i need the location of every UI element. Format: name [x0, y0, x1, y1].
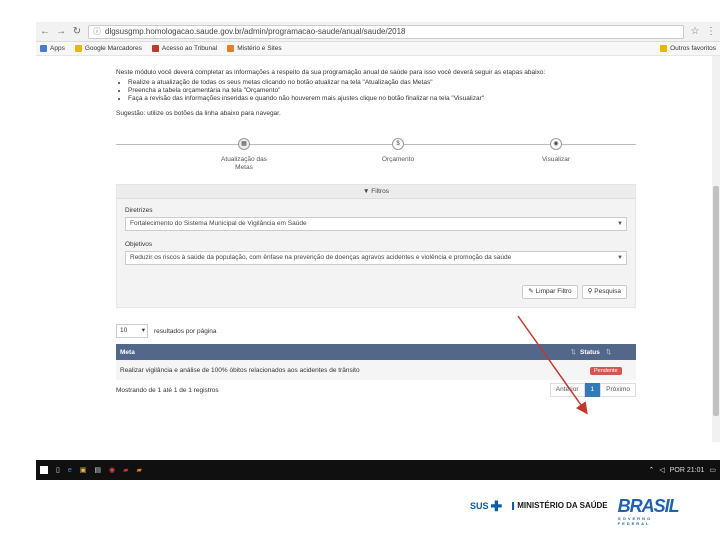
- clear-filter-button[interactable]: ✎ Limpar Filtro: [522, 285, 578, 299]
- bookmark-icon: [74, 45, 82, 52]
- tray-clock[interactable]: POR 21:01: [670, 467, 705, 474]
- page-1-button[interactable]: 1: [584, 383, 601, 397]
- metas-table: Meta ⇅ Status ⇅ Realizar vigilância e aná…: [116, 344, 636, 398]
- notification-icon[interactable]: ▭: [709, 466, 716, 474]
- chrome-icon[interactable]: ◉: [109, 466, 115, 474]
- cell-meta: Realizar vigilância e análise de 100% ób…: [120, 366, 360, 374]
- steps-list: Realize a atualização de todas os seus m…: [116, 79, 636, 103]
- main-content: Neste módulo você deverá completar as in…: [116, 68, 636, 398]
- calendar-icon: ▦: [238, 138, 250, 150]
- records-info: Mostrando de 1 até 1 de 1 registros: [116, 386, 219, 394]
- reload-icon[interactable]: ↻: [72, 26, 82, 37]
- table-header: Meta ⇅ Status ⇅: [116, 344, 636, 360]
- diretrizes-label: Diretrizes: [125, 207, 153, 214]
- cell-status: Pendente: [576, 366, 636, 375]
- volume-icon[interactable]: ◁: [659, 466, 664, 474]
- back-icon[interactable]: ←: [40, 26, 50, 37]
- edge-icon[interactable]: e: [68, 467, 72, 474]
- browser-toolbar: ← → ↻ ⓘ dlgsusgmp.homologacao.saude.gov.…: [36, 22, 720, 42]
- intro-section: Neste módulo você deverá completar as in…: [116, 68, 636, 118]
- prev-page-button[interactable]: Anterior: [549, 383, 585, 397]
- table-row[interactable]: Realizar vigilância e análise de 100% ób…: [116, 360, 636, 380]
- info-icon: ⓘ: [93, 27, 101, 36]
- app-icon[interactable]: ▰: [137, 466, 142, 474]
- step-label: Visualizar: [541, 156, 571, 163]
- menu-icon[interactable]: ⋮: [706, 26, 716, 37]
- step-label: Atualização das Metas: [221, 156, 267, 171]
- step-visualizar[interactable]: ◉ Visualizar: [526, 138, 586, 164]
- per-page-control: 10 ▾ resultados por página: [116, 324, 636, 338]
- bookmark-icon: [151, 45, 159, 52]
- objetivos-value: Reduzir os riscos à saúde da população, …: [130, 254, 512, 261]
- eraser-icon: ✎: [528, 288, 536, 295]
- search-button[interactable]: ⚲ Pesquisa: [581, 285, 627, 299]
- store-icon[interactable]: ▤: [94, 466, 101, 474]
- slide: ← → ↻ ⓘ dlgsusgmp.homologacao.saude.gov.…: [0, 0, 720, 540]
- system-tray: ⌃ ◁ POR 21:01 ▭: [648, 466, 716, 475]
- pagination-row: Mostrando de 1 até 1 de 1 registros Ante…: [116, 382, 636, 398]
- page-scrollbar[interactable]: [712, 56, 720, 442]
- column-meta[interactable]: Meta: [116, 349, 565, 356]
- filter-actions: ✎ Limpar Filtro ⚲ Pesquisa: [117, 281, 635, 307]
- per-page-label: resultados por página: [154, 327, 217, 335]
- sort-icon[interactable]: ⇅: [571, 348, 576, 356]
- folder-icon: [227, 45, 235, 52]
- explorer-icon[interactable]: ▣: [80, 466, 87, 474]
- star-icon[interactable]: ☆: [690, 26, 700, 37]
- eye-icon: ◉: [550, 138, 562, 150]
- url-text: dlgsusgmp.homologacao.saude.gov.br/admin…: [105, 27, 406, 36]
- diretrizes-value: Fortalecimento do Sistema Municipal de V…: [130, 220, 307, 227]
- chevron-down-icon: ▾: [141, 327, 145, 334]
- brasil-logo: BRASIL GOVERNO FEDERAL: [617, 495, 680, 526]
- footer-logos: SUS ✚ MINISTÉRIO DA SAÚDE BRASIL GOVERNO F…: [470, 486, 710, 526]
- pagination: Anterior 1 Próximo: [549, 383, 636, 397]
- bookmark-sites[interactable]: Mistério e Sites: [227, 45, 282, 52]
- task-view-icon[interactable]: ▯: [56, 466, 60, 474]
- list-item: Realize a atualização de todas os seus m…: [128, 79, 636, 87]
- browser-window: ← → ↻ ⓘ dlgsusgmp.homologacao.saude.gov.…: [36, 22, 720, 480]
- bookmark-google[interactable]: Google Marcadores: [74, 45, 142, 52]
- apps-icon: [40, 45, 47, 52]
- filter-body: Diretrizes Fortalecimento do Sistema Mun…: [117, 199, 635, 281]
- powerpoint-icon[interactable]: ▰: [123, 466, 128, 474]
- forward-icon[interactable]: →: [56, 26, 66, 37]
- wizard-stepper: ▦ Atualização das Metas $ Orçamento ◉ Vi…: [116, 134, 636, 174]
- column-status[interactable]: Status ⇅: [576, 348, 636, 356]
- objetivos-select[interactable]: Reduzir os riscos à saúde da população, …: [125, 251, 627, 265]
- intro-text: Neste módulo você deverá completar as in…: [116, 69, 546, 76]
- bookmark-tribunal[interactable]: Acesso ao Tribunal: [151, 45, 217, 52]
- folder-icon: [660, 45, 668, 52]
- diretrizes-select[interactable]: Fortalecimento do Sistema Municipal de V…: [125, 217, 627, 231]
- per-page-select[interactable]: 10 ▾: [116, 324, 148, 338]
- filter-panel: ▼ Filtros Diretrizes Fortalecimento do S…: [116, 184, 636, 308]
- list-item: Preencha a tabela orçamentária na tela "…: [128, 87, 636, 95]
- money-icon: $: [392, 138, 404, 150]
- bookmarks-bar: Apps Google Marcadores Acesso ao Tribuna…: [36, 42, 720, 56]
- scroll-thumb[interactable]: [713, 186, 719, 416]
- sort-icon: ⇅: [605, 349, 612, 356]
- plus-icon: ✚: [490, 497, 503, 514]
- next-page-button[interactable]: Próximo: [600, 383, 636, 397]
- chevron-down-icon: ▼: [617, 221, 623, 227]
- windows-taskbar: ▯ e ▣ ▤ ◉ ▰ ▰ ⌃ ◁ POR 21:01 ▭: [36, 460, 720, 480]
- list-item: Faça a revisão das informações inseridas…: [128, 95, 636, 103]
- navigation-hint: Sugestão: utilize os botões da linha aba…: [116, 110, 281, 117]
- address-bar[interactable]: ⓘ dlgsusgmp.homologacao.saude.gov.br/adm…: [88, 24, 684, 39]
- objetivos-label: Objetivos: [125, 241, 153, 248]
- status-badge[interactable]: Pendente: [590, 366, 622, 375]
- step-orcamento[interactable]: $ Orçamento: [368, 138, 428, 164]
- sus-logo: SUS ✚: [470, 497, 503, 514]
- bookmark-others[interactable]: Outros favoritos: [660, 45, 716, 52]
- bookmark-apps[interactable]: Apps: [40, 45, 65, 52]
- step-label: Orçamento: [381, 156, 415, 163]
- filter-toggle[interactable]: ▼ Filtros: [117, 185, 635, 199]
- network-icon[interactable]: ⌃: [648, 466, 654, 474]
- windows-start-icon[interactable]: [40, 466, 48, 474]
- step-atualizacao[interactable]: ▦ Atualização das Metas: [214, 138, 274, 172]
- ministerio-logo: MINISTÉRIO DA SAÚDE: [512, 502, 608, 510]
- chevron-down-icon: ▼: [617, 255, 623, 261]
